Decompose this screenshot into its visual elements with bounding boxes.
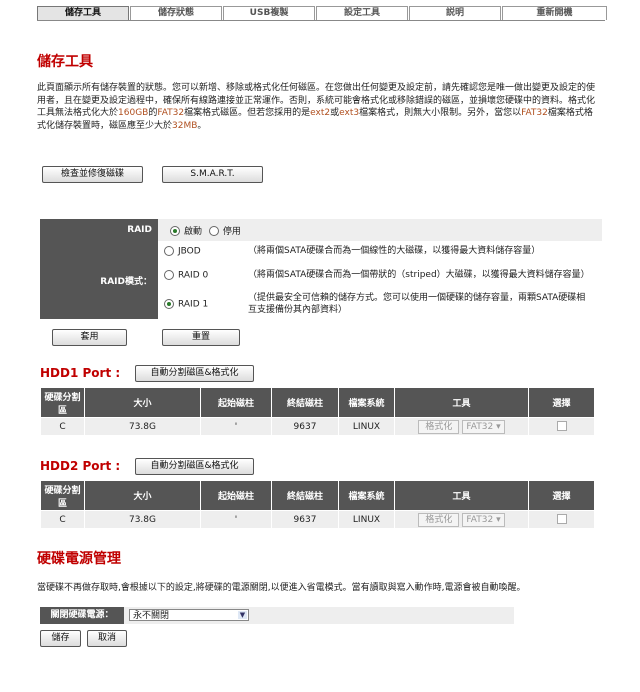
tools-cell: 格式化 FAT32 ▾ [394,417,529,436]
tab-usb-copy[interactable]: USB複製 [223,6,315,20]
hdd2-auto-partition-button[interactable]: 自動分割磁區&格式化 [135,458,254,475]
col-select: 選擇 [528,480,595,511]
select-cell [528,510,595,529]
tab-storage-status[interactable]: 儲存狀態 [130,6,222,20]
intro-text: 此頁面顯示所有儲存裝置的狀態。您可以新增、移除或格式化任何磁區。在您做出任何變更… [37,83,596,131]
save-button[interactable]: 儲存 [40,630,81,647]
power-description: 當硬碟不再做存取時,會根據以下的設定,將硬碟的電源關閉,以便進入省電模式。當有讀… [37,583,526,593]
cancel-button[interactable]: 取消 [87,630,127,647]
end-cell: 9637 [271,417,339,436]
select-cell [528,417,595,436]
col-start-cylinder: 起始磁柱 [200,480,272,511]
tab-divider [37,20,605,21]
col-size: 大小 [84,387,201,418]
raid-disable-option[interactable]: 停用 [205,226,241,237]
col-file-system: 檔案系統 [338,480,395,511]
raid-table: RAID 啟動 停用 RAID模式： JBOD （將兩個SATA硬碟合而為一個線… [40,219,602,319]
col-end-cylinder: 終結磁柱 [271,480,339,511]
tab-reboot[interactable]: 重新開機 [502,6,607,20]
raid1-option[interactable]: RAID 1 [158,289,248,319]
raid-enable-option[interactable]: 啟動 [164,226,202,237]
chevron-down-icon: ▾ [496,421,501,432]
fs-select[interactable]: FAT32 ▾ [462,419,505,434]
check-repair-disk-button[interactable]: 檢查並修復磁碟 [42,166,143,183]
format-button[interactable]: 格式化 [418,419,460,434]
start-cell: ' [200,417,272,436]
chevron-down-icon: ▾ [496,514,501,525]
hdd1-title: HDD1 Port : [40,366,121,380]
fs-cell: LINUX [338,510,395,529]
col-file-system: 檔案系統 [338,387,395,418]
jbod-radio[interactable] [164,245,174,256]
power-off-select[interactable]: 永不關閉 ▼ [129,609,249,621]
partition-cell: C [40,417,85,436]
tab-settings-tools[interactable]: 設定工具 [316,6,408,20]
hdd2-table: 硬碟分割區 大小 起始磁柱 終結磁柱 檔案系統 工具 選擇 C 73.8G ' … [40,480,595,529]
size-cell: 73.8G [84,417,201,436]
end-cell: 9637 [271,510,339,529]
apply-button[interactable]: 套用 [52,329,127,346]
col-select: 選擇 [528,387,595,418]
partition-cell: C [40,510,85,529]
table-row: C 73.8G ' 9637 LINUX 格式化 FAT32 ▾ [40,417,595,436]
reset-button[interactable]: 重置 [162,329,240,346]
raid-label: RAID [40,219,158,241]
col-end-cylinder: 終結磁柱 [271,387,339,418]
smart-button[interactable]: S.M.A.R.T. [162,166,263,183]
col-partition: 硬碟分割區 [40,387,85,418]
power-off-label: 關閉硬碟電源： [40,607,124,624]
tab-help[interactable]: 説明 [409,6,501,20]
raid1-description: （提供最安全可信賴的儲存方式。您可以使用一個硬碟的儲存容量，兩顆SATA硬碟相互… [248,293,586,315]
select-checkbox[interactable] [556,514,567,525]
col-tools: 工具 [394,387,529,418]
fs-cell: LINUX [338,417,395,436]
power-off-row: 關閉硬碟電源： 永不關閉 ▼ [40,607,514,624]
table-row: C 73.8G ' 9637 LINUX 格式化 FAT32 ▾ [40,510,595,529]
page-title: 儲存工具 [37,54,93,70]
col-size: 大小 [84,480,201,511]
raid1-radio[interactable] [164,298,174,309]
col-partition: 硬碟分割區 [40,480,85,511]
jbod-option[interactable]: JBOD [158,241,248,261]
raid-disable-radio[interactable] [208,226,219,236]
raid-enable-radio[interactable] [170,226,180,236]
col-tools: 工具 [394,480,529,511]
jbod-description: （將兩個SATA硬碟合而為一個線性的大磁碟，以獲得最大資料儲存容量） [248,246,541,256]
hdd2-title: HDD2 Port : [40,459,121,473]
top-tab-bar: 儲存工具 儲存狀態 USB複製 設定工具 説明 重新開機 [37,6,607,20]
tools-cell: 格式化 FAT32 ▾ [394,510,529,529]
size-cell: 73.8G [84,510,201,529]
hdd1-auto-partition-button[interactable]: 自動分割磁區&格式化 [135,365,254,382]
chevron-down-icon: ▼ [238,611,247,619]
raid-mode-label: RAID模式： [40,241,158,319]
raid0-option[interactable]: RAID 0 [158,261,248,289]
format-button[interactable]: 格式化 [418,512,460,527]
start-cell: ' [200,510,272,529]
power-title: 硬碟電源管理 [37,551,121,567]
raid0-description: （將兩個SATA硬碟合而為一個帶狀的（striped）大磁碟，以獲得最大資料儲存… [248,270,590,280]
select-checkbox[interactable] [556,421,567,432]
fs-select[interactable]: FAT32 ▾ [462,512,505,527]
raid0-radio[interactable] [164,269,174,280]
tab-storage-tools[interactable]: 儲存工具 [37,6,129,20]
col-start-cylinder: 起始磁柱 [200,387,272,418]
hdd1-table: 硬碟分割區 大小 起始磁柱 終結磁柱 檔案系統 工具 選擇 C 73.8G ' … [40,387,595,436]
